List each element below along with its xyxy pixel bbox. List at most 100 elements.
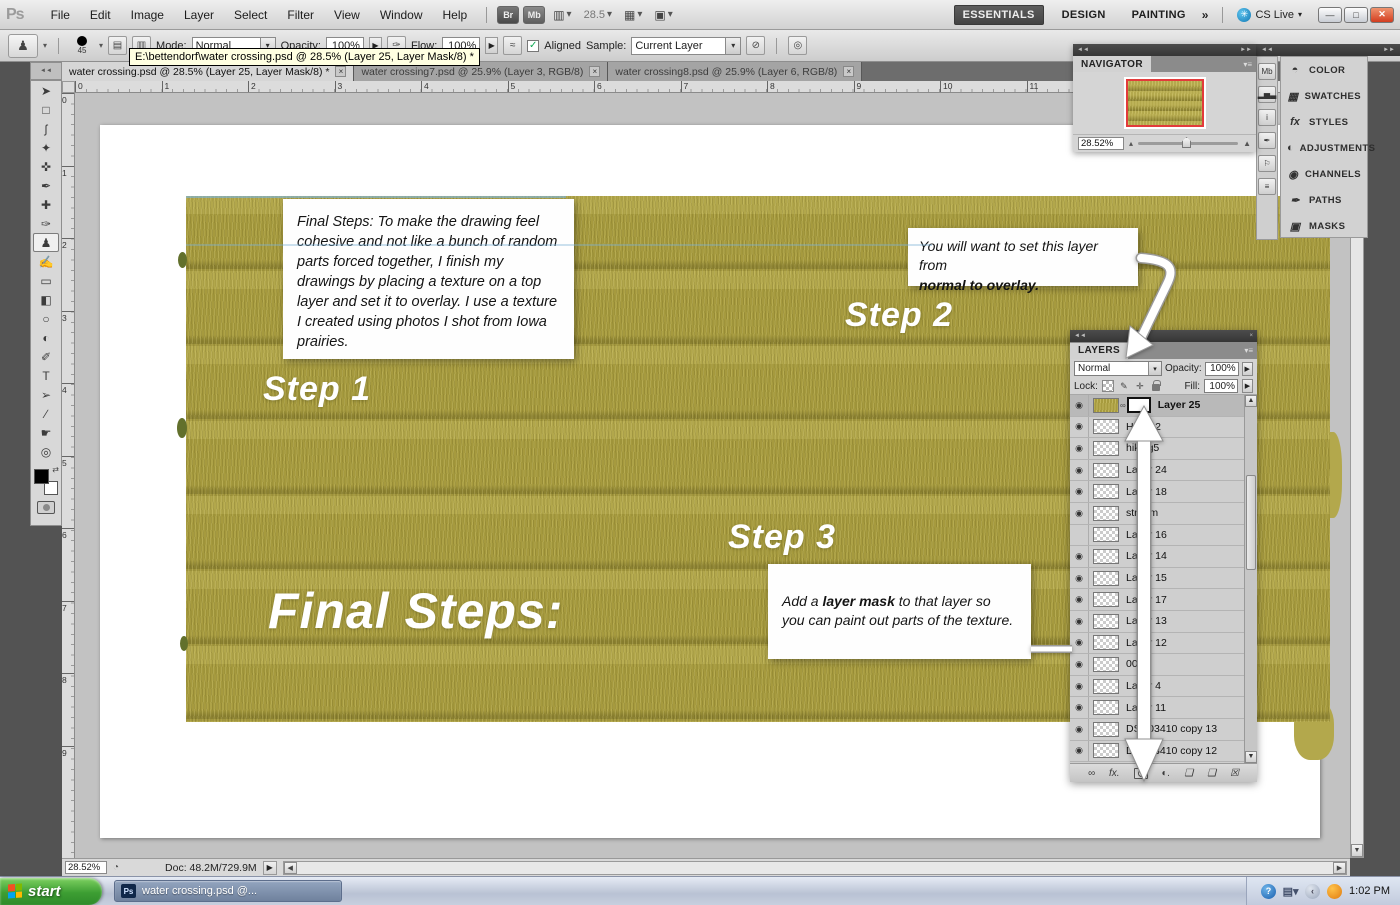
layer-opacity-input[interactable]: 100% (1205, 362, 1239, 376)
minimize-button[interactable]: — (1318, 7, 1342, 23)
layer-row[interactable]: ◉ ∞ Layer 18 (1070, 481, 1244, 503)
delete-layer-button[interactable]: ☒ (1230, 768, 1239, 779)
zoom-in-icon[interactable]: ▲ (1243, 139, 1251, 148)
taskbar-item-photoshop[interactable]: Ps water crossing.psd @... (114, 880, 342, 902)
layer-thumbnail[interactable] (1093, 700, 1119, 715)
magic-wand-tool[interactable]: ✦ (33, 138, 59, 157)
visibility-toggle[interactable]: ◉ (1070, 719, 1089, 740)
layer-thumbnail[interactable] (1093, 592, 1119, 607)
document-tab[interactable]: water crossing8.psd @ 25.9% (Layer 6, RG… (608, 62, 862, 81)
scroll-down-icon[interactable]: ▼ (1245, 751, 1257, 763)
dodge-tool[interactable]: ◐ (33, 328, 59, 347)
marquee-tool[interactable]: □ (33, 100, 59, 119)
mini-bridge-button[interactable]: Mb (1258, 63, 1276, 80)
close-button[interactable]: ✕ (1370, 7, 1394, 23)
scroll-up-icon[interactable]: ▲ (1245, 395, 1257, 407)
hand-tool[interactable]: ☛ (33, 423, 59, 442)
layers-tab[interactable]: LAYERS (1070, 343, 1128, 359)
help-tray-icon[interactable]: ? (1261, 884, 1276, 899)
visibility-toggle[interactable]: ◉ (1070, 460, 1089, 481)
clone-stamp-preset-button[interactable]: ♟ (8, 34, 38, 58)
layer-name[interactable]: Layer 25 (1158, 399, 1201, 411)
scroll-left-icon[interactable]: ◀ (284, 862, 297, 874)
panel-menu-icon[interactable]: ▾≡ (1243, 60, 1252, 69)
layer-thumbnail[interactable] (1093, 657, 1119, 672)
layer-name[interactable]: Layer 12 (1126, 637, 1167, 649)
zoom-out-icon[interactable]: ▴ (1129, 139, 1133, 148)
gradient-tool[interactable]: ◧ (33, 290, 59, 309)
layer-row[interactable]: ◉ ∞ DSC03410 copy 13 (1070, 719, 1244, 741)
eraser-tool[interactable]: ▭ (33, 271, 59, 290)
fill-slider-button[interactable]: ▶ (1242, 379, 1253, 393)
histogram-panel-icon[interactable]: ▂▅▃ (1258, 86, 1276, 103)
layer-row[interactable]: ◉ ∞ Layer 24 (1070, 460, 1244, 482)
navigator-tab[interactable]: NAVIGATOR (1073, 56, 1151, 72)
layer-row[interactable]: ◉ ∞ Layer 25 (1070, 395, 1244, 417)
menu-item[interactable]: Window (371, 5, 432, 25)
layer-thumbnail[interactable] (1093, 679, 1119, 694)
layer-thumbnail[interactable] (1093, 614, 1119, 629)
lock-position-icon[interactable]: ✛ (1134, 380, 1146, 392)
add-layer-mask-button[interactable] (1134, 768, 1148, 779)
workspace-overflow-button[interactable]: » (1202, 8, 1209, 22)
layer-thumbnail[interactable] (1093, 484, 1119, 499)
move-tool[interactable]: ➤ (33, 81, 59, 100)
animation-panel-icon[interactable]: ≡ (1258, 178, 1276, 195)
toolbox-collapse-button[interactable]: ◄◄ (30, 62, 62, 80)
layer-thumbnail[interactable] (1093, 571, 1119, 586)
layer-name[interactable]: Layer 15 (1126, 572, 1167, 584)
bridge-button[interactable]: Br (497, 6, 519, 24)
layer-row[interactable]: ◉ ∞ 0031 (1070, 654, 1244, 676)
visibility-toggle[interactable]: ◉ (1070, 568, 1089, 589)
lasso-tool[interactable]: ʃ (33, 119, 59, 138)
expand-panel-icon[interactable]: ►► (1240, 47, 1252, 53)
layer-name[interactable]: Layer 13 (1126, 615, 1167, 627)
layer-name[interactable]: 0031 (1126, 658, 1149, 670)
foreground-color-swatch[interactable] (34, 469, 49, 484)
layer-row[interactable]: ◉ ∞ Layer 15 (1070, 568, 1244, 590)
crop-tool[interactable]: ✜ (33, 157, 59, 176)
blur-tool[interactable]: ○ (33, 309, 59, 328)
layer-name[interactable]: Layer 4 (1126, 680, 1161, 692)
tab-close-icon[interactable]: × (843, 66, 854, 77)
healing-brush-tool[interactable]: ✚ (33, 195, 59, 214)
menu-item[interactable]: Image (122, 5, 173, 25)
layer-row[interactable]: ◉ ∞ Layer 13 (1070, 611, 1244, 633)
layer-name[interactable]: stream (1126, 507, 1158, 519)
layer-name[interactable]: DSC03410 copy 12 (1126, 745, 1217, 757)
scroll-right-icon[interactable]: ▶ (1333, 862, 1346, 874)
styles-panel[interactable]: fx STYLES (1281, 109, 1367, 135)
layer-thumbnail[interactable] (1093, 441, 1119, 456)
visibility-toggle[interactable]: ◉ (1070, 438, 1089, 459)
history-brush-tool[interactable]: ✍ (33, 252, 59, 271)
layer-row[interactable]: ◉ ∞ Layer 14 (1070, 546, 1244, 568)
lock-transparency-icon[interactable] (1102, 380, 1114, 392)
quick-mask-button[interactable] (37, 501, 55, 514)
opacity-slider-button[interactable]: ▶ (1242, 362, 1253, 376)
airbrush-icon[interactable]: ≈ (503, 36, 522, 55)
collapse-dock-icon[interactable]: ◄◄ (1261, 47, 1273, 53)
layer-thumbnail[interactable] (1093, 549, 1119, 564)
status-options-button[interactable]: ▶ (263, 861, 277, 875)
layer-row[interactable]: ◉ ∞ hiking5 (1070, 438, 1244, 460)
layer-blend-mode-select[interactable]: Normal▾ (1074, 361, 1162, 376)
tool-presets-panel-icon[interactable]: ✒ (1258, 132, 1276, 149)
menu-item[interactable]: Select (225, 5, 276, 25)
layer-name[interactable]: Layer 17 (1126, 594, 1167, 606)
clone-stamp-tool[interactable]: ♟ (33, 233, 59, 252)
brush-preset-picker[interactable]: 45 (70, 36, 94, 55)
navigator-zoom-input[interactable]: 28.52% (1078, 137, 1124, 150)
visibility-toggle[interactable]: ◉ (1070, 546, 1089, 567)
info-panel-icon[interactable]: i (1258, 109, 1276, 126)
navigator-thumbnail[interactable] (1126, 79, 1204, 127)
visibility-toggle[interactable]: ◉ (1070, 503, 1089, 524)
visibility-toggle[interactable]: ◉ (1070, 481, 1089, 502)
lock-paint-icon[interactable]: ✎ (1118, 380, 1130, 392)
layer-name[interactable]: Hiking2 (1126, 421, 1161, 433)
layer-row[interactable]: ◉ ∞ Layer 16 (1070, 525, 1244, 547)
panel-menu-icon[interactable]: ▾≡ (1244, 346, 1253, 355)
menu-item[interactable]: Edit (81, 5, 120, 25)
mini-bridge-button[interactable]: Mb (523, 6, 545, 24)
layer-row[interactable]: ◉ ∞ Layer 11 (1070, 697, 1244, 719)
menu-item[interactable]: Help (434, 5, 477, 25)
